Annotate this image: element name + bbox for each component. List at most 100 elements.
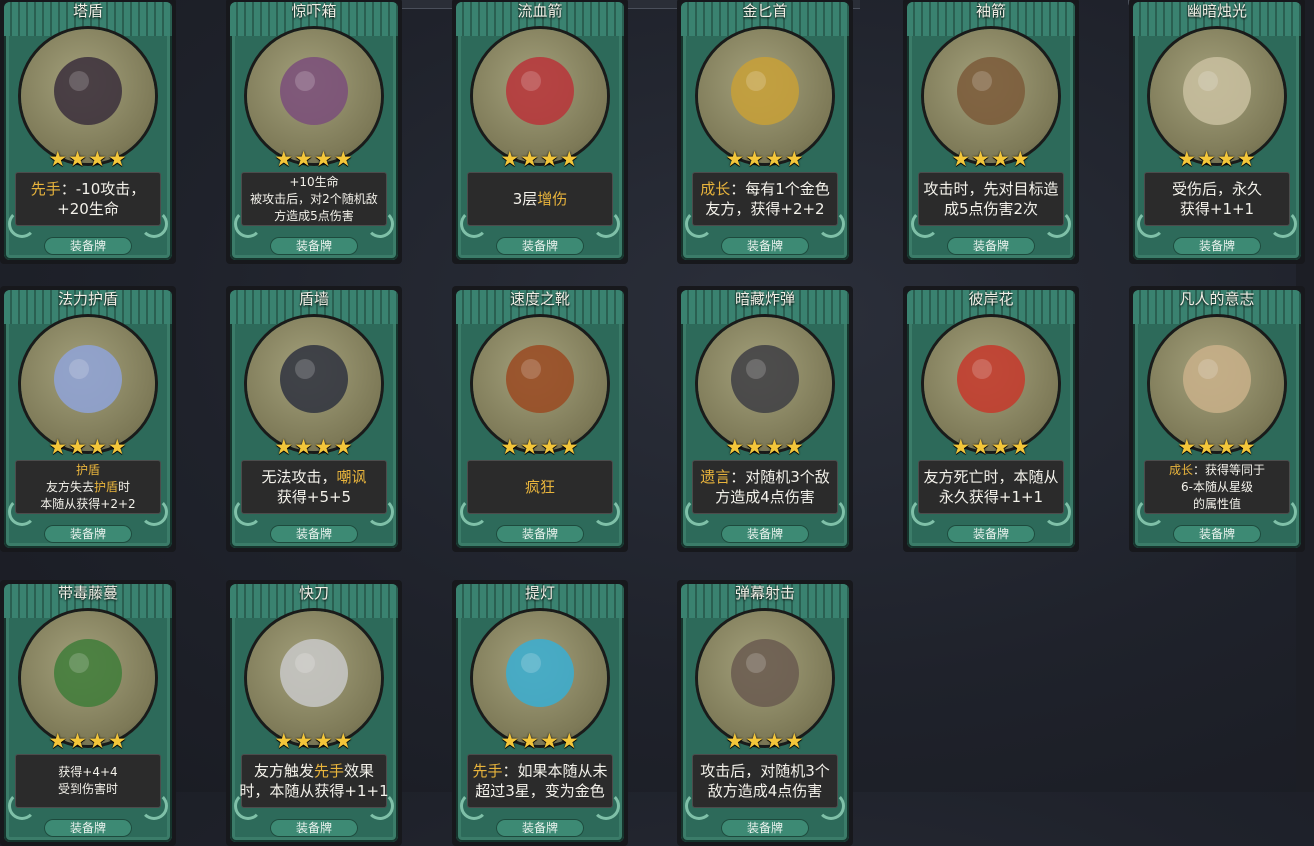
equipment-tag: 装备牌 [947,237,1035,255]
card-name: 流血箭 [517,2,563,20]
card-description: 友方死亡时，本随从 永久获得+1+1 [918,460,1064,514]
card-art [247,29,381,163]
frame-curl-right [1269,210,1297,238]
equipment-card[interactable]: 凡人的意志 ★★★★ 成长：获得等同于 6-本随从星级 的属性值 装备牌 [1129,286,1305,552]
star-rating: ★★★★ [274,147,354,171]
card-description: 遗言：对随机3个敌 方造成4点伤害 [692,460,838,514]
star-rating: ★★★★ [48,729,128,753]
card-description: +10生命 被攻击后，对2个随机敌 方造成5点伤害 [241,172,387,226]
description-line: 成长：每有1个金色 [700,179,830,199]
equipment-card[interactable]: 幽暗烛光 ★★★★ 受伤后，永久 获得+1+1 装备牌 [1129,0,1305,264]
card-art-icon [506,345,574,413]
description-line: 友方，获得+2+2 [705,199,824,219]
description-line: 本随从获得+2+2 [40,496,135,513]
equipment-card[interactable]: 塔盾 ★★★★ 先手：-10攻击， +20生命 装备牌 [0,0,176,264]
description-line: 3层增伤 [513,189,568,209]
card-description: 受伤后，永久 获得+1+1 [1144,172,1290,226]
description-text: 被攻击后，对2个随机敌 [250,191,378,206]
keyword-highlight: 护盾 [93,479,118,494]
equipment-tag: 装备牌 [270,525,358,543]
equipment-card[interactable]: 袖箭 ★★★★ 攻击时，先对目标造 成5点伤害2次 装备牌 [903,0,1079,264]
card-description: 护盾 友方失去护盾时 本随从获得+2+2 [15,460,161,514]
frame-curl-left [234,792,262,820]
description-line: +10生命 [289,174,338,191]
star-rating: ★★★★ [951,435,1031,459]
card-art [247,611,381,745]
equipment-card[interactable]: 流血箭 ★★★★ 3层增伤 装备牌 [452,0,628,264]
card-description: 获得+4+4 受到伤害时 [15,754,161,808]
card-art [21,611,155,745]
card-description: 攻击时，先对目标造 成5点伤害2次 [918,172,1064,226]
equipment-card[interactable]: 法力护盾 ★★★★ 护盾 友方失去护盾时 本随从获得+2+2 装备牌 [0,286,176,552]
equipment-tag: 装备牌 [496,237,584,255]
equipment-tag: 装备牌 [270,237,358,255]
card-name: 盾墙 [298,290,329,308]
description-text: 成5点伤害2次 [943,200,1039,218]
card-art [1150,29,1284,163]
frame-curl-left [911,210,939,238]
card-art-icon [54,57,122,125]
equipment-card[interactable]: 提灯 ★★★★ 先手：如果本随从未 超过3星，变为金色 装备牌 [452,580,628,846]
card-name: 提灯 [524,584,555,602]
equipment-card[interactable]: 惊吓箱 ★★★★ +10生命 被攻击后，对2个随机敌 方造成5点伤害 装备牌 [226,0,402,264]
description-text: 时，本随从获得+1+1 [239,782,389,800]
frame-curl-left [8,498,36,526]
description-text: 获得+4+4 [58,765,118,779]
description-text: 的属性值 [1192,496,1241,511]
card-description: 3层增伤 [467,172,613,226]
equipment-card[interactable]: 金匕首 ★★★★ 成长：每有1个金色 友方，获得+2+2 装备牌 [677,0,853,264]
equipment-card[interactable]: 带毒藤蔓 ★★★★ 获得+4+4 受到伤害时 装备牌 [0,580,176,846]
card-art [924,317,1058,451]
star-rating: ★★★★ [725,435,805,459]
card-art-icon [506,639,574,707]
star-rating: ★★★★ [500,435,580,459]
equipment-tag: 装备牌 [496,525,584,543]
frame-curl-right [817,210,845,238]
description-line: 的属性值 [1193,496,1241,513]
keyword-highlight: 嘲讽 [336,468,367,486]
equipment-card[interactable]: 盾墙 ★★★★ 无法攻击，嘲讽 获得+5+5 装备牌 [226,286,402,552]
description-line: 友方失去护盾时 [46,479,130,496]
frame-curl-right [592,210,620,238]
description-line: 6-本随从星级 [1181,479,1253,496]
description-line: 成5点伤害2次 [944,199,1038,219]
star-rating: ★★★★ [48,147,128,171]
card-art [21,29,155,163]
frame-curl-right [1043,498,1071,526]
keyword-highlight: 护盾 [75,462,100,477]
description-text: ：获得等同于 [1193,462,1266,477]
equipment-card[interactable]: 彼岸花 ★★★★ 友方死亡时，本随从 永久获得+1+1 装备牌 [903,286,1079,552]
star-rating: ★★★★ [1177,147,1257,171]
equipment-card[interactable]: 快刀 ★★★★ 友方触发先手效果 时，本随从获得+1+1 装备牌 [226,580,402,846]
frame-curl-left [460,498,488,526]
card-art [473,29,607,163]
frame-curl-left [8,210,36,238]
card-art-icon [731,345,799,413]
description-text: 6-本随从星级 [1181,479,1253,494]
description-line: 友方触发先手效果 [254,761,374,781]
card-art [698,317,832,451]
frame-curl-left [8,792,36,820]
frame-curl-right [366,792,394,820]
frame-curl-right [140,210,168,238]
description-line: 成长：获得等同于 [1169,462,1265,479]
description-text: ：如果本随从未 [502,762,608,780]
description-text: 效果 [344,762,375,780]
frame-curl-left [460,210,488,238]
keyword-highlight: 遗言 [700,468,731,486]
card-name: 幽暗烛光 [1186,2,1247,20]
keyword-highlight: 先手 [30,180,61,198]
star-rating: ★★★★ [500,729,580,753]
frame-curl-left [460,792,488,820]
equipment-card[interactable]: 速度之靴 ★★★★ 疯狂 装备牌 [452,286,628,552]
card-art-icon [54,345,122,413]
equipment-card[interactable]: 暗藏炸弹 ★★★★ 遗言：对随机3个敌 方造成4点伤害 装备牌 [677,286,853,552]
keyword-highlight: 成长 [700,180,731,198]
equipment-tag: 装备牌 [1173,525,1261,543]
frame-curl-right [817,498,845,526]
description-line: 遗言：对随机3个敌 [700,467,830,487]
card-art-icon [280,639,348,707]
equipment-card[interactable]: 弹幕射击 ★★★★ 攻击后，对随机3个 敌方造成4点伤害 装备牌 [677,580,853,846]
equipment-tag: 装备牌 [947,525,1035,543]
card-description: 先手：如果本随从未 超过3星，变为金色 [467,754,613,808]
